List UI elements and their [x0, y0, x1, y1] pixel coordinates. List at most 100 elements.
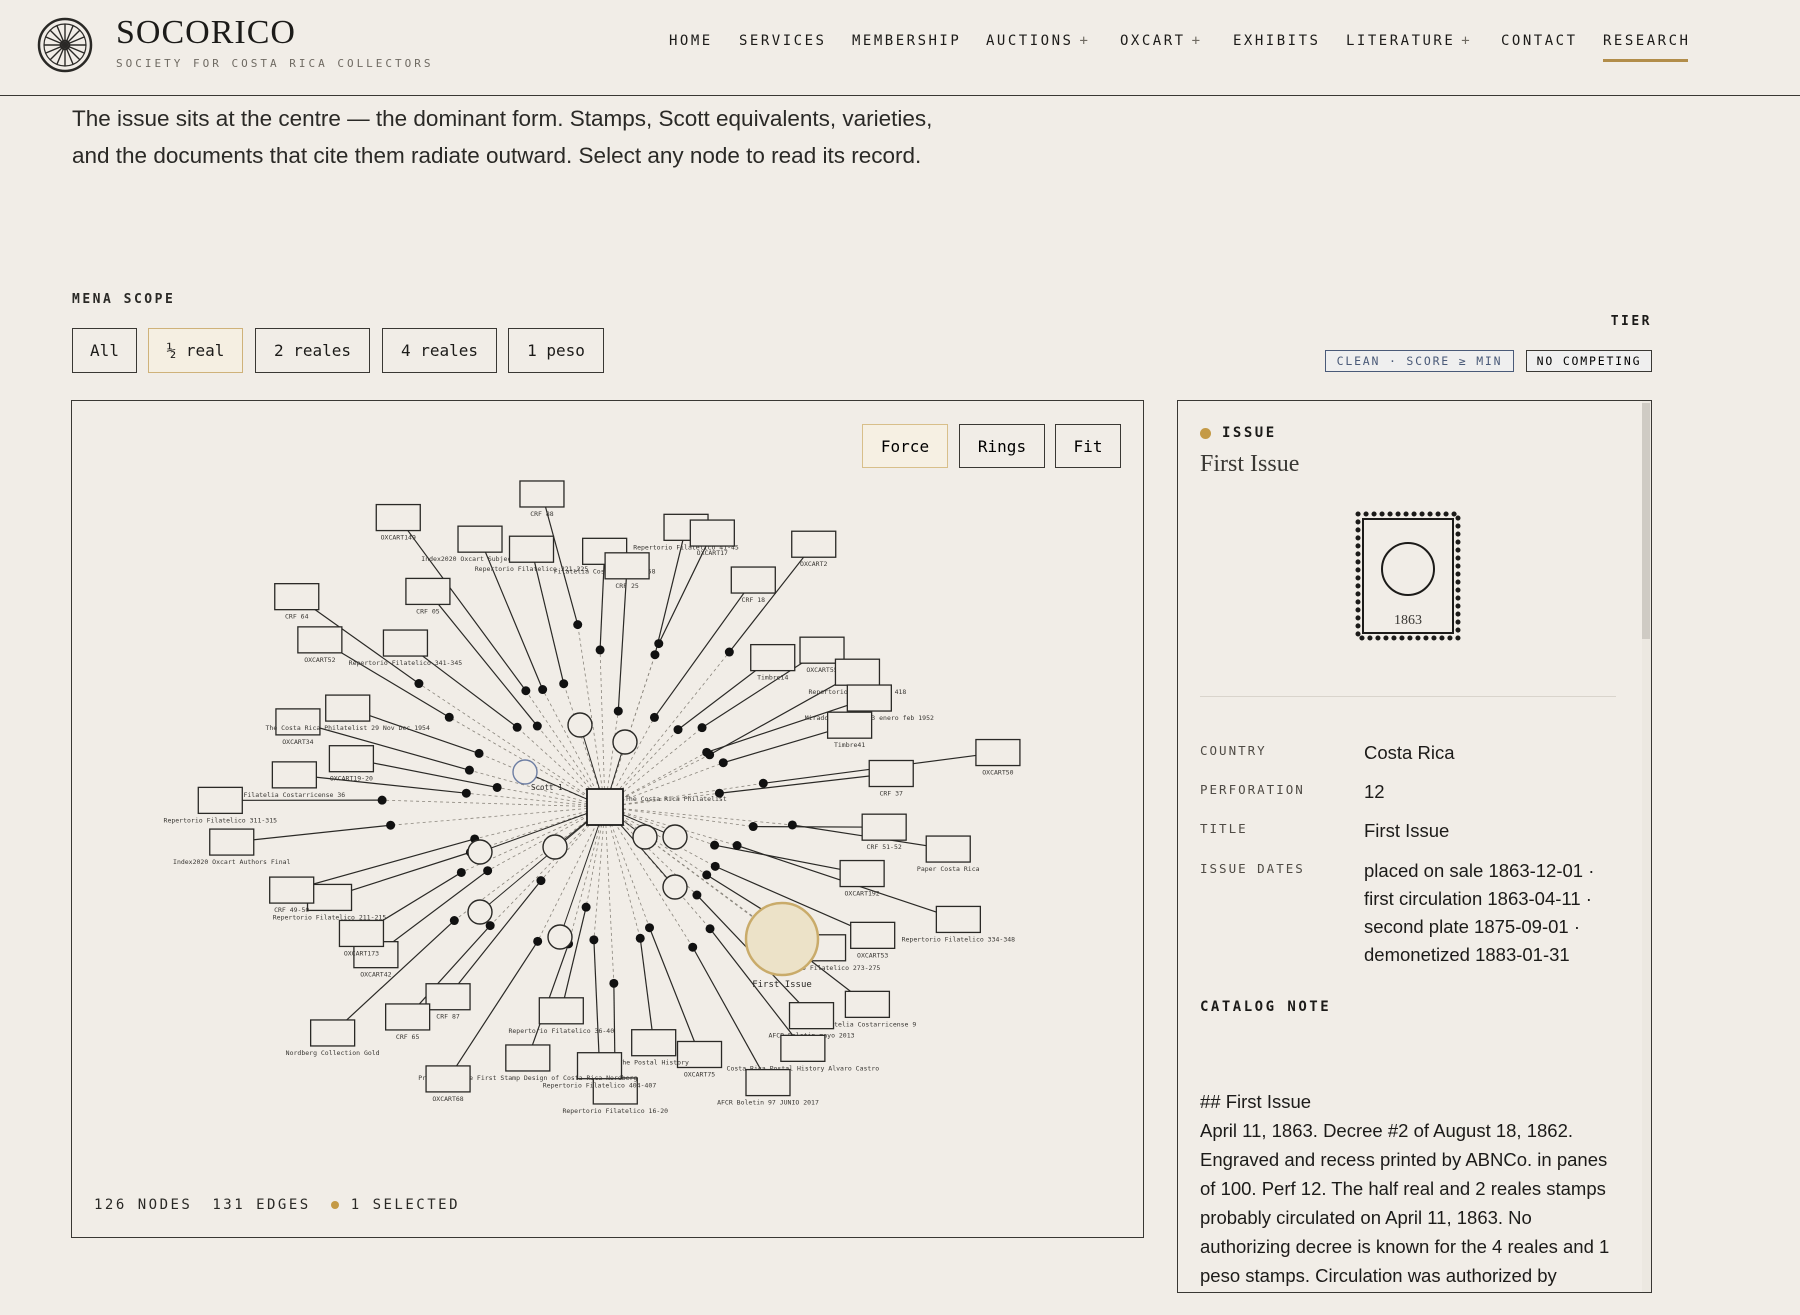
document-label[interactable]: Repertorio Filatelico 211-215	[273, 913, 387, 921]
nav-literature[interactable]: LITERATURE +	[1346, 33, 1470, 49]
document-node[interactable]	[689, 519, 735, 547]
document-node[interactable]	[975, 738, 1021, 767]
document-label[interactable]: OXCART42	[360, 971, 391, 979]
stamp-node[interactable]	[547, 924, 573, 950]
document-label[interactable]: Paper Costa Rica	[917, 865, 980, 873]
stamp-node[interactable]	[467, 899, 493, 925]
nav-contact[interactable]: CONTACT	[1501, 33, 1578, 49]
variety-node[interactable]	[710, 861, 720, 871]
document-node[interactable]	[846, 684, 892, 712]
document-label[interactable]: OXCART173	[344, 949, 379, 957]
document-node[interactable]	[631, 1029, 677, 1057]
document-label[interactable]: Repertorio Filatelico 221-225	[475, 565, 589, 573]
variety-node[interactable]	[787, 820, 797, 830]
variety-node[interactable]	[377, 795, 387, 805]
document-label[interactable]: OXCART149	[381, 534, 416, 542]
variety-node[interactable]	[581, 902, 591, 912]
document-label[interactable]: OXCART68	[432, 1095, 463, 1103]
tier-no-competing-button[interactable]: NO COMPETING	[1526, 350, 1652, 372]
variety-node[interactable]	[613, 706, 623, 716]
scope-all-button[interactable]: All	[72, 328, 137, 373]
variety-node[interactable]	[673, 725, 683, 735]
variety-node[interactable]	[718, 758, 728, 768]
variety-node[interactable]	[654, 639, 664, 649]
document-label[interactable]: Nordberg Collection Gold	[286, 1049, 380, 1057]
selected-issue-node[interactable]	[744, 901, 820, 977]
variety-node[interactable]	[692, 890, 702, 900]
variety-node[interactable]	[492, 782, 502, 792]
document-node[interactable]	[505, 1044, 551, 1072]
layout-fit-button[interactable]: Fit	[1055, 424, 1121, 468]
document-label[interactable]: OXCART17	[697, 549, 728, 557]
document-node[interactable]	[868, 759, 914, 788]
stamp-node[interactable]	[542, 834, 568, 860]
variety-node[interactable]	[697, 723, 707, 733]
document-node[interactable]	[844, 990, 891, 1019]
document-node[interactable]	[791, 530, 837, 558]
variety-node[interactable]	[702, 870, 712, 880]
document-label[interactable]: Index2020 Oxcart Authors Final	[173, 858, 290, 866]
variety-node[interactable]	[414, 679, 424, 689]
document-label[interactable]: OXCART192	[845, 890, 880, 898]
document-node[interactable]	[425, 983, 471, 1011]
stamp-node[interactable]	[662, 874, 688, 900]
document-label[interactable]: Timbre41	[834, 741, 865, 749]
variety-node[interactable]	[732, 840, 742, 850]
scope-2-reales-button[interactable]: 2 reales	[255, 328, 370, 373]
document-label[interactable]: CRF 87	[436, 1013, 460, 1021]
variety-node[interactable]	[573, 620, 583, 630]
nav-research[interactable]: RESEARCH	[1603, 33, 1690, 62]
document-label[interactable]: OXCART75	[684, 1070, 715, 1078]
document-node[interactable]	[375, 503, 421, 532]
document-label[interactable]: CRF 25	[615, 582, 639, 590]
document-node[interactable]	[508, 535, 555, 563]
document-label[interactable]: OXCART19-20	[330, 775, 373, 783]
stamp-node[interactable]	[632, 824, 658, 850]
document-node[interactable]	[425, 1065, 471, 1093]
variety-node[interactable]	[710, 840, 720, 850]
document-label[interactable]: OXCART55	[806, 666, 837, 674]
nav-oxcart[interactable]: OXCART +	[1120, 33, 1200, 49]
document-label[interactable]: CRF 88	[530, 510, 554, 518]
variety-node[interactable]	[589, 935, 599, 945]
layout-force-button[interactable]: Force	[862, 424, 948, 468]
variety-node[interactable]	[758, 778, 768, 788]
variety-node[interactable]	[386, 820, 396, 830]
document-node[interactable]	[328, 745, 375, 773]
document-label[interactable]: CRF 05	[416, 607, 440, 615]
variety-node[interactable]	[444, 712, 454, 722]
variety-node[interactable]	[748, 822, 758, 832]
variety-node[interactable]	[521, 686, 531, 696]
nav-services[interactable]: SERVICES	[739, 33, 826, 49]
document-node[interactable]	[457, 525, 503, 553]
stamp-node[interactable]	[567, 712, 593, 738]
variety-node[interactable]	[595, 645, 605, 655]
variety-node[interactable]	[724, 647, 734, 657]
document-label[interactable]: Repertorio Filatelico 404-407	[543, 1082, 657, 1090]
document-node[interactable]	[197, 786, 243, 815]
stamp-node[interactable]	[662, 824, 688, 850]
document-label[interactable]: CRF 65	[396, 1033, 420, 1041]
variety-node[interactable]	[461, 788, 471, 798]
variety-node[interactable]	[532, 721, 542, 731]
record-panel[interactable]: ISSUE First Issue 1863 COUNTRY Costa Ric…	[1177, 400, 1652, 1293]
document-label[interactable]: CRF 37	[879, 790, 903, 798]
variety-node[interactable]	[635, 933, 645, 943]
scott-node[interactable]	[512, 759, 538, 785]
stamp-node[interactable]	[467, 839, 493, 865]
scott-label[interactable]: Scott 1	[531, 783, 563, 792]
variety-node[interactable]	[688, 942, 698, 952]
document-label[interactable]: Repertorio Filatelico 36-40	[508, 1027, 614, 1035]
document-node[interactable]	[325, 694, 371, 722]
document-node[interactable]	[925, 835, 971, 863]
variety-node[interactable]	[538, 685, 548, 695]
document-node[interactable]	[750, 643, 796, 672]
document-node[interactable]	[745, 1068, 791, 1097]
document-label[interactable]: OXCART50	[982, 769, 1013, 777]
variety-node[interactable]	[533, 936, 543, 946]
document-label[interactable]: Repertorio Filatelico 16-20	[562, 1107, 668, 1115]
document-label[interactable]: Repertorio Filatelico 341-345	[349, 659, 463, 667]
document-node[interactable]	[850, 921, 896, 950]
nav-membership[interactable]: MEMBERSHIP	[852, 33, 961, 49]
document-label[interactable]: The Costa Rica Philatelist 29 Nov Dec 19…	[266, 724, 430, 732]
